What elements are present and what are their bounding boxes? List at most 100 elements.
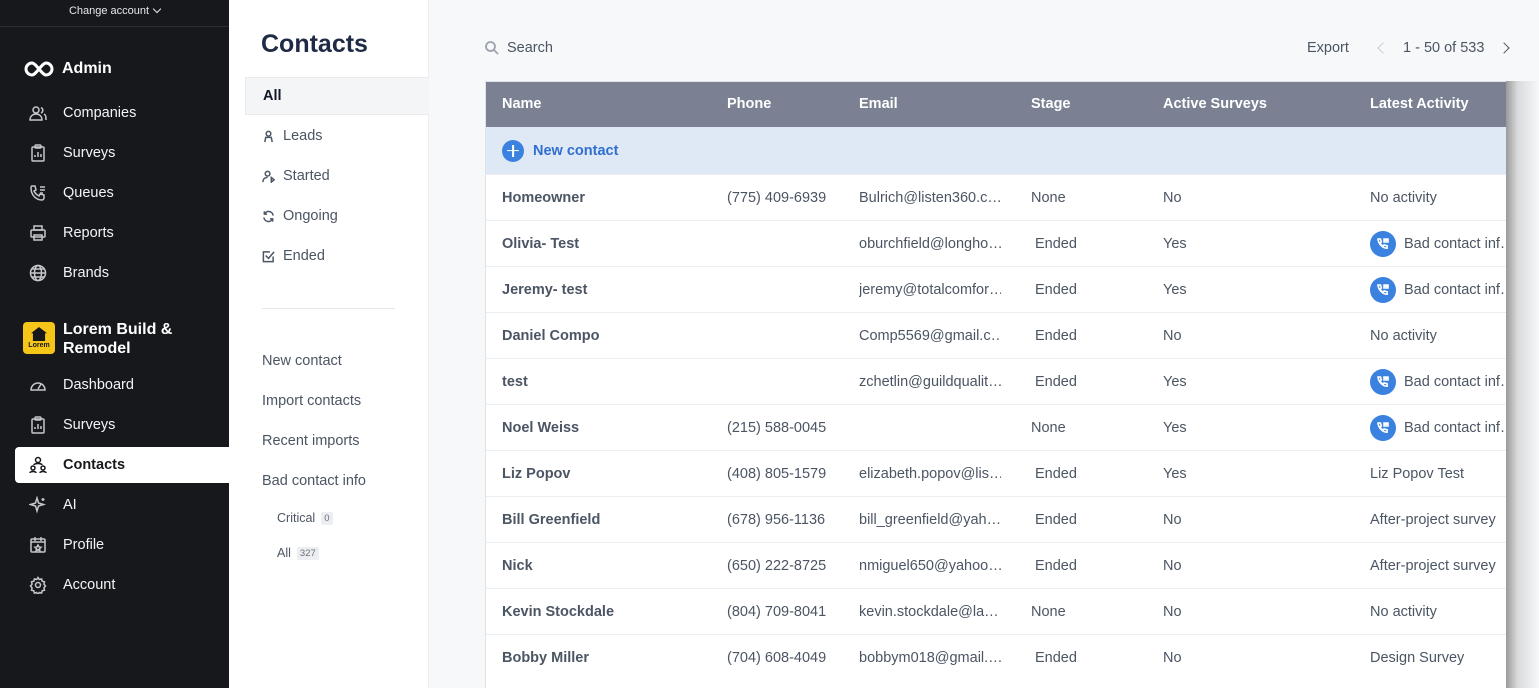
cell-active: No [1163,190,1182,206]
nav-contacts[interactable]: Contacts [15,447,229,483]
col-header-active-surveys[interactable]: Active Surveys [1163,96,1267,112]
nav-reports[interactable]: Reports [15,215,229,251]
import-contacts-link[interactable]: Import contacts [262,393,361,409]
table-row[interactable]: Olivia- Test oburchfield@longho… Ended Yes B… [486,220,1507,266]
change-account-label: Change account [68,5,150,17]
cell-stage: Ended [1035,236,1077,252]
cell-activity: Bad contact inf… [1404,236,1507,252]
search-input[interactable]: Search [507,40,553,56]
cell-name: Nick [502,558,533,574]
filter-started[interactable]: Started [245,157,429,195]
cell-email: bobbym018@gmail.… [859,650,1001,666]
cell-email: oburchfield@longho… [859,236,1001,252]
recent-imports-link[interactable]: Recent imports [262,433,360,449]
bad-contact-info-link[interactable]: Bad contact info [262,473,366,489]
col-header-latest-activity[interactable]: Latest Activity [1370,96,1469,112]
org-header[interactable]: Lorem Lorem Build & Remodel [23,320,193,358]
cell-active: No [1163,328,1182,344]
search-bar[interactable]: Search [485,40,553,56]
companies-icon [28,103,48,123]
cell-name: Bill Greenfield [502,512,601,528]
cell-stage: Ended [1035,466,1077,482]
table-row[interactable]: Noel Weiss (215) 588-0045 None Yes Bad conta… [486,404,1507,450]
col-header-phone[interactable]: Phone [727,96,771,112]
cell-email: jeremy@totalcomfor… [859,282,1001,298]
main-content: Search Export 1 - 50 of 533 Name Phone E… [430,0,1539,688]
cell-active: Yes [1163,420,1187,436]
bad-contact-all[interactable]: All 327 [277,546,319,560]
profile-icon [28,535,48,555]
nav-profile[interactable]: Profile [15,527,229,563]
table-row[interactable]: Liz Popov (408) 805-1579 elizabeth.popov@l… [486,450,1506,496]
bad-contact-critical[interactable]: Critical 0 [277,511,333,525]
nav-surveys[interactable]: Surveys [15,407,229,443]
cell-name: test [502,374,528,390]
cell-name: Noel Weiss [502,420,580,436]
col-header-stage[interactable]: Stage [1031,96,1071,112]
cell-stage: Ended [1035,374,1077,390]
filter-label: All [263,88,282,104]
admin-brand[interactable]: Admin [23,59,112,79]
nav-queues[interactable]: Queues [15,175,229,211]
filter-label: Started [283,168,330,184]
cell-stage: Ended [1035,328,1077,344]
nav-label: Surveys [63,417,116,433]
table-row[interactable]: Bobby Miller (704) 608-4049 bobbym018@gmai… [486,634,1506,680]
cell-stage: Ended [1035,282,1077,298]
col-header-name[interactable]: Name [502,96,542,112]
cell-activity: Bad contact inf… [1404,374,1507,390]
nav-account[interactable]: Account [15,567,229,603]
nav-dashboard[interactable]: Dashboard [15,367,229,403]
survey-icon [28,143,48,163]
filter-all[interactable]: All [245,77,429,115]
filter-ended[interactable]: Ended [245,237,429,275]
house-icon [31,327,47,341]
cell-name: Kevin Stockdale [502,604,615,620]
cell-phone: (678) 956-1136 [727,512,826,528]
chevron-right-icon[interactable] [1498,42,1511,54]
contacts-table: Name Phone Email Stage Active Surveys La… [485,81,1507,688]
filter-leads[interactable]: Leads [245,117,429,155]
cell-email: kevin.stockdale@la… [859,604,999,620]
cell-stage: None [1031,420,1066,436]
table-row[interactable]: test zchetlin@guildqualit… Ended Yes Bad con… [486,358,1507,404]
cell-email: elizabeth.popov@lis… [859,466,1001,482]
table-header: Name Phone Email Stage Active Surveys La… [486,82,1506,127]
table-row[interactable]: Nick (650) 222-8725 nmiguel650@yahoo… Ended… [486,542,1506,588]
nav-companies[interactable]: Companies [15,95,229,131]
nav-brands[interactable]: Brands [15,255,229,291]
filter-ongoing[interactable]: Ongoing [245,197,429,235]
cell-phone: (704) 608-4049 [727,650,827,666]
nav-label: AI [63,497,77,513]
table-row[interactable]: Daniel Compo Comp5569@gmail.c… Ended No No a… [486,312,1506,358]
nav-label: Account [63,577,116,593]
table-row[interactable]: Kevin Stockdale (804) 709-8041 kevin.stock… [486,588,1506,634]
cell-active: Yes [1163,374,1187,390]
cell-stage: None [1031,604,1066,620]
cell-stage: Ended [1035,558,1077,574]
cell-phone: (650) 222-8725 [727,558,827,574]
cell-activity: Bad contact inf… [1404,420,1507,436]
change-account-dropdown[interactable]: Change account [0,4,229,17]
cell-active: Yes [1163,466,1187,482]
search-icon [485,41,499,55]
cell-name: Bobby Miller [502,650,590,666]
new-contact-row[interactable]: New contact [486,127,1506,174]
table-row[interactable]: Jeremy- test jeremy@totalcomfor… Ended Yes B… [486,266,1506,312]
nav-surveys-admin[interactable]: Surveys [15,135,229,171]
queue-phone-icon [28,183,48,203]
nav-ai[interactable]: AI [15,487,229,523]
chevron-left-icon[interactable] [1377,42,1389,54]
table-row[interactable]: Bill Greenfield (678) 956-1136 bill_greenf… [486,496,1506,542]
sub-link-label: All [277,546,291,560]
col-header-email[interactable]: Email [859,96,898,112]
cell-activity: Design Survey [1370,650,1465,666]
phone-mail-icon [1370,231,1396,257]
new-contact-link[interactable]: New contact [262,353,342,369]
cell-activity: After-project survey [1370,558,1496,574]
admin-label: Admin [62,60,112,77]
nav-label: Contacts [63,457,126,473]
export-button[interactable]: Export [1307,40,1349,56]
globe-icon [28,263,48,283]
table-row[interactable]: Homeowner (775) 409-6939 Bulrich@listen360… [486,174,1506,220]
